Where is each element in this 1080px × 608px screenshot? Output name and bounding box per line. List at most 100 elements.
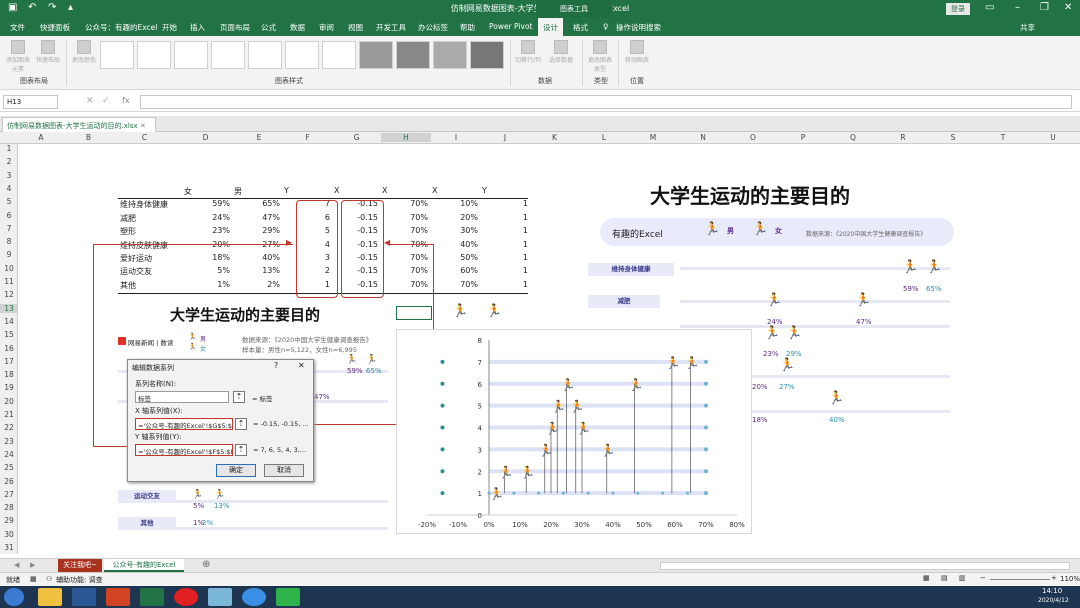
- row-header-14[interactable]: 14: [0, 317, 18, 326]
- login-button[interactable]: 登录: [946, 3, 970, 15]
- next-sheet-icon[interactable]: ▶: [30, 561, 35, 569]
- table-cell[interactable]: 70%: [410, 199, 428, 208]
- table-category[interactable]: 减肥: [120, 213, 136, 224]
- menu-insert[interactable]: 插入: [190, 22, 205, 33]
- chart-style-3[interactable]: [174, 41, 208, 69]
- status-accessibility[interactable]: 辅助功能: 调查: [56, 575, 103, 585]
- row-header-29[interactable]: 29: [0, 516, 18, 525]
- row-header-12[interactable]: 12: [0, 290, 18, 299]
- menu-tell-me[interactable]: 操作说明搜索: [616, 22, 661, 33]
- table-cell[interactable]: 13%: [262, 266, 280, 275]
- menu-help[interactable]: 帮助: [460, 22, 475, 33]
- row-header-19[interactable]: 19: [0, 383, 18, 392]
- row-header-18[interactable]: 18: [0, 370, 18, 379]
- table-cell[interactable]: 65%: [262, 199, 280, 208]
- table-cell[interactable]: 5%: [217, 266, 230, 275]
- help-icon[interactable]: ?: [274, 361, 278, 370]
- restore-icon[interactable]: ❐: [1040, 2, 1049, 13]
- table-cell[interactable]: 1: [523, 253, 528, 262]
- table-cell[interactable]: 70%: [410, 253, 428, 262]
- chart-style-1[interactable]: [100, 41, 134, 69]
- menu-review[interactable]: 审阅: [319, 22, 334, 33]
- menu-developer[interactable]: 开发工具: [376, 22, 406, 33]
- column-header-J[interactable]: J: [481, 133, 529, 142]
- name-box[interactable]: H13: [3, 95, 58, 109]
- column-header-G[interactable]: G: [332, 133, 381, 142]
- column-header-D[interactable]: D: [176, 133, 235, 142]
- macro-icon[interactable]: ▦: [30, 575, 37, 583]
- table-category[interactable]: 爱好运动: [120, 253, 152, 264]
- column-header-I[interactable]: I: [431, 133, 481, 142]
- table-cell[interactable]: 1: [523, 213, 528, 222]
- table-header[interactable]: 女: [184, 186, 192, 197]
- chart-style-11[interactable]: [470, 41, 504, 69]
- row-header-11[interactable]: 11: [0, 277, 18, 286]
- menu-file[interactable]: 文件: [10, 22, 25, 33]
- table-header[interactable]: X: [382, 186, 387, 195]
- column-header-Q[interactable]: Q: [828, 133, 878, 142]
- table-cell[interactable]: 1: [523, 240, 528, 249]
- table-cell[interactable]: 50%: [460, 253, 478, 262]
- table-cell[interactable]: 59%: [212, 199, 230, 208]
- table-cell[interactable]: 18%: [212, 253, 230, 262]
- table-category[interactable]: 维持皮肤健康: [120, 240, 168, 251]
- table-cell[interactable]: 1: [523, 199, 528, 208]
- sheet-tab-follow[interactable]: 关注我吧~: [58, 559, 102, 572]
- table-cell[interactable]: 1: [523, 226, 528, 235]
- horizontal-scrollbar[interactable]: [660, 562, 1070, 570]
- table-cell[interactable]: 30%: [460, 226, 478, 235]
- table-cell[interactable]: 47%: [262, 213, 280, 222]
- chart-style-5[interactable]: [248, 41, 282, 69]
- dialog-close-icon[interactable]: ✕: [298, 361, 305, 370]
- table-cell[interactable]: 10%: [460, 199, 478, 208]
- page-layout-icon[interactable]: ▤: [941, 574, 948, 582]
- powerpoint-icon[interactable]: [106, 588, 130, 606]
- series-name-input[interactable]: 标签: [135, 391, 229, 403]
- zoom-level[interactable]: 110%: [1060, 575, 1080, 583]
- change-chart-type-button[interactable]: 更改图表类型: [586, 40, 614, 73]
- table-cell[interactable]: 1%: [217, 280, 230, 289]
- scatter-chart[interactable]: 0 1 2 3 4 5 6 7 8 -20% -10% 0% 10% 20% 30% 40% 50% 60% 70%…: [396, 329, 752, 534]
- chart-style-9[interactable]: [396, 41, 430, 69]
- browser-icon[interactable]: [242, 588, 266, 606]
- column-header-P[interactable]: P: [778, 133, 828, 142]
- menu-view[interactable]: 视图: [348, 22, 363, 33]
- row-header-24[interactable]: 24: [0, 450, 18, 459]
- chart-style-10[interactable]: [433, 41, 467, 69]
- app-icon[interactable]: [208, 588, 232, 606]
- row-header-7[interactable]: 7: [0, 224, 18, 233]
- chart-style-7[interactable]: [322, 41, 356, 69]
- minimize-icon[interactable]: –: [1015, 2, 1020, 13]
- share-button[interactable]: 共享: [1020, 22, 1035, 33]
- menu-quick-panel[interactable]: 快捷面板: [40, 22, 70, 33]
- column-header-R[interactable]: R: [878, 133, 928, 142]
- switch-row-column-button[interactable]: 切换行/列: [514, 40, 542, 64]
- chart-style-6[interactable]: [285, 41, 319, 69]
- column-header-K[interactable]: K: [529, 133, 580, 142]
- table-category[interactable]: 维持身体健康: [120, 199, 168, 210]
- column-header-T[interactable]: T: [978, 133, 1028, 142]
- page-break-icon[interactable]: ▥: [959, 574, 966, 582]
- menu-data[interactable]: 数据: [290, 22, 305, 33]
- table-cell[interactable]: 1: [523, 266, 528, 275]
- table-cell[interactable]: 20%: [460, 213, 478, 222]
- column-header-E[interactable]: E: [235, 133, 283, 142]
- table-cell[interactable]: 24%: [212, 213, 230, 222]
- table-cell[interactable]: 70%: [460, 280, 478, 289]
- change-colors-button[interactable]: 更改颜色: [70, 40, 98, 64]
- table-header[interactable]: X: [334, 186, 339, 195]
- menu-format[interactable]: 格式: [573, 22, 588, 33]
- table-category[interactable]: 运动交友: [120, 266, 152, 277]
- table-cell[interactable]: 40%: [460, 240, 478, 249]
- column-header-N[interactable]: N: [678, 133, 728, 142]
- row-header-4[interactable]: 4: [0, 184, 18, 193]
- menu-design[interactable]: 设计: [538, 18, 563, 36]
- excel-icon[interactable]: [140, 588, 164, 606]
- selected-cell-h13[interactable]: [396, 306, 432, 320]
- add-chart-element-button[interactable]: 添加图表元素: [4, 40, 32, 73]
- row-header-9[interactable]: 9: [0, 250, 18, 259]
- start-icon[interactable]: [4, 588, 24, 606]
- word-icon[interactable]: [72, 588, 96, 606]
- workbook-tab[interactable]: 仿制网易数据图表-大学生运动的目的.xlsx ✕: [2, 117, 156, 132]
- x-values-input[interactable]: ='公众号-有趣的Excel'!$G$5:$C: [135, 418, 233, 430]
